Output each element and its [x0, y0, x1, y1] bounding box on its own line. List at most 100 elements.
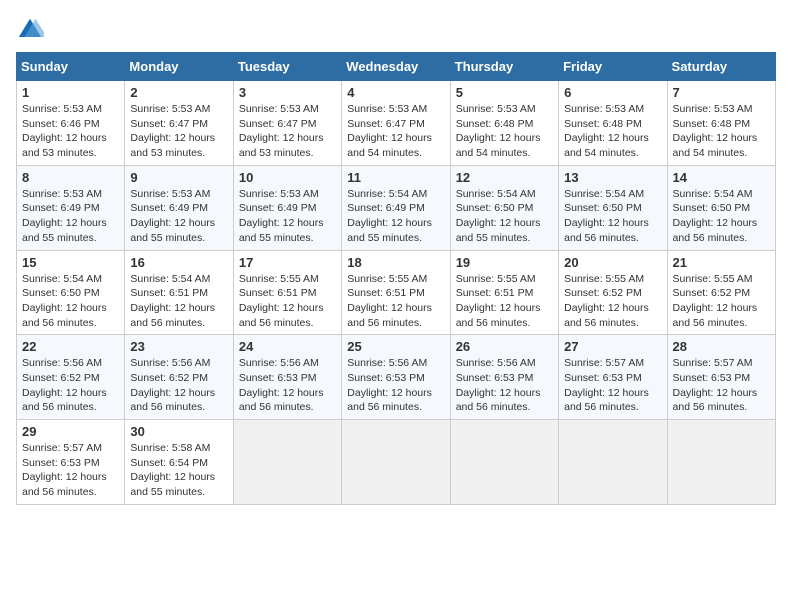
calendar-cell: 29 Sunrise: 5:57 AMSunset: 6:53 PMDayligh…	[17, 420, 125, 505]
cell-content: Sunrise: 5:55 AMSunset: 6:51 PMDaylight:…	[347, 273, 432, 329]
day-number: 3	[239, 85, 336, 100]
day-number: 28	[673, 339, 770, 354]
calendar-cell: 9 Sunrise: 5:53 AMSunset: 6:49 PMDaylight…	[125, 165, 233, 250]
day-number: 16	[130, 255, 227, 270]
day-number: 17	[239, 255, 336, 270]
calendar-cell: 17 Sunrise: 5:55 AMSunset: 6:51 PMDayligh…	[233, 250, 341, 335]
calendar-cell: 25 Sunrise: 5:56 AMSunset: 6:53 PMDayligh…	[342, 335, 450, 420]
day-number: 21	[673, 255, 770, 270]
cell-content: Sunrise: 5:54 AMSunset: 6:50 PMDaylight:…	[22, 273, 107, 329]
weekday-header: Sunday	[17, 53, 125, 81]
calendar-cell: 12 Sunrise: 5:54 AMSunset: 6:50 PMDayligh…	[450, 165, 558, 250]
day-number: 15	[22, 255, 119, 270]
day-number: 12	[456, 170, 553, 185]
day-number: 18	[347, 255, 444, 270]
day-number: 13	[564, 170, 661, 185]
day-number: 26	[456, 339, 553, 354]
calendar-cell: 15 Sunrise: 5:54 AMSunset: 6:50 PMDayligh…	[17, 250, 125, 335]
calendar-cell	[342, 420, 450, 505]
day-number: 14	[673, 170, 770, 185]
day-number: 7	[673, 85, 770, 100]
calendar-cell: 13 Sunrise: 5:54 AMSunset: 6:50 PMDayligh…	[559, 165, 667, 250]
day-number: 22	[22, 339, 119, 354]
weekday-header: Friday	[559, 53, 667, 81]
header	[16, 16, 776, 44]
cell-content: Sunrise: 5:54 AMSunset: 6:51 PMDaylight:…	[130, 273, 215, 329]
weekday-header: Monday	[125, 53, 233, 81]
calendar-cell: 26 Sunrise: 5:56 AMSunset: 6:53 PMDayligh…	[450, 335, 558, 420]
cell-content: Sunrise: 5:53 AMSunset: 6:47 PMDaylight:…	[239, 103, 324, 159]
calendar-cell: 30 Sunrise: 5:58 AMSunset: 6:54 PMDayligh…	[125, 420, 233, 505]
cell-content: Sunrise: 5:53 AMSunset: 6:47 PMDaylight:…	[130, 103, 215, 159]
calendar-cell: 20Sunrise: 5:55 AMSunset: 6:52 PMDayligh…	[559, 250, 667, 335]
calendar-cell: 28 Sunrise: 5:57 AMSunset: 6:53 PMDayligh…	[667, 335, 775, 420]
calendar-cell: 18 Sunrise: 5:55 AMSunset: 6:51 PMDayligh…	[342, 250, 450, 335]
day-number: 9	[130, 170, 227, 185]
day-number: 6	[564, 85, 661, 100]
calendar-cell: 22Sunrise: 5:56 AMSunset: 6:52 PMDayligh…	[17, 335, 125, 420]
day-number: 30	[130, 424, 227, 439]
calendar-cell: 6 Sunrise: 5:53 AMSunset: 6:48 PMDaylight…	[559, 81, 667, 166]
cell-content: Sunrise: 5:53 AMSunset: 6:47 PMDaylight:…	[347, 103, 432, 159]
calendar-cell: 1 Sunrise: 5:53 AMSunset: 6:46 PMDaylight…	[17, 81, 125, 166]
cell-content: Sunrise: 5:55 AMSunset: 6:52 PMDaylight:…	[673, 273, 758, 329]
day-number: 8	[22, 170, 119, 185]
calendar-cell: 8 Sunrise: 5:53 AMSunset: 6:49 PMDaylight…	[17, 165, 125, 250]
day-number: 24	[239, 339, 336, 354]
logo-icon	[16, 16, 44, 44]
calendar-cell: 27 Sunrise: 5:57 AMSunset: 6:53 PMDayligh…	[559, 335, 667, 420]
calendar-week-row: 8 Sunrise: 5:53 AMSunset: 6:49 PMDaylight…	[17, 165, 776, 250]
calendar-cell: 2 Sunrise: 5:53 AMSunset: 6:47 PMDaylight…	[125, 81, 233, 166]
cell-content: Sunrise: 5:54 AMSunset: 6:50 PMDaylight:…	[456, 188, 541, 244]
cell-content: Sunrise: 5:53 AMSunset: 6:49 PMDaylight:…	[22, 188, 107, 244]
cell-content: Sunrise: 5:53 AMSunset: 6:49 PMDaylight:…	[239, 188, 324, 244]
weekday-header: Wednesday	[342, 53, 450, 81]
calendar-cell: 10 Sunrise: 5:53 AMSunset: 6:49 PMDayligh…	[233, 165, 341, 250]
calendar-cell: 7 Sunrise: 5:53 AMSunset: 6:48 PMDaylight…	[667, 81, 775, 166]
cell-content: Sunrise: 5:53 AMSunset: 6:46 PMDaylight:…	[22, 103, 107, 159]
day-number: 5	[456, 85, 553, 100]
cell-content: Sunrise: 5:53 AMSunset: 6:49 PMDaylight:…	[130, 188, 215, 244]
cell-content: Sunrise: 5:57 AMSunset: 6:53 PMDaylight:…	[564, 357, 649, 413]
day-number: 11	[347, 170, 444, 185]
calendar-week-row: 22 Sunrise: 5:56 AMSunset: 6:52 PMDayligh…	[17, 335, 776, 420]
cell-content: Sunrise: 5:55 AMSunset: 6:52 PMDaylight:…	[564, 273, 649, 329]
calendar-cell: 21 Sunrise: 5:55 AMSunset: 6:52 PMDayligh…	[667, 250, 775, 335]
calendar-week-row: 1 Sunrise: 5:53 AMSunset: 6:46 PMDaylight…	[17, 81, 776, 166]
cell-content: Sunrise: 5:56 AMSunset: 6:53 PMDaylight:…	[456, 357, 541, 413]
calendar-cell	[233, 420, 341, 505]
calendar-cell: 4 Sunrise: 5:53 AMSunset: 6:47 PMDaylight…	[342, 81, 450, 166]
calendar-cell	[667, 420, 775, 505]
cell-content: Sunrise: 5:56 AMSunset: 6:53 PMDaylight:…	[239, 357, 324, 413]
cell-content: Sunrise: 5:53 AMSunset: 6:48 PMDaylight:…	[564, 103, 649, 159]
day-number: 2	[130, 85, 227, 100]
weekday-header: Tuesday	[233, 53, 341, 81]
cell-content: Sunrise: 5:57 AMSunset: 6:53 PMDaylight:…	[673, 357, 758, 413]
weekday-header: Saturday	[667, 53, 775, 81]
day-number: 1	[22, 85, 119, 100]
cell-content: Sunrise: 5:56 AMSunset: 6:52 PMDaylight:…	[130, 357, 215, 413]
cell-content: Sunrise: 5:54 AMSunset: 6:50 PMDaylight:…	[564, 188, 649, 244]
calendar-cell: 24 Sunrise: 5:56 AMSunset: 6:53 PMDayligh…	[233, 335, 341, 420]
day-number: 27	[564, 339, 661, 354]
calendar-table: SundayMondayTuesdayWednesdayThursdayFrid…	[16, 52, 776, 505]
cell-content: Sunrise: 5:58 AMSunset: 6:54 PMDaylight:…	[130, 442, 215, 498]
calendar-cell: 16 Sunrise: 5:54 AMSunset: 6:51 PMDayligh…	[125, 250, 233, 335]
calendar-cell: 5Sunrise: 5:53 AMSunset: 6:48 PMDaylight…	[450, 81, 558, 166]
day-number: 29	[22, 424, 119, 439]
cell-content: Sunrise: 5:56 AMSunset: 6:53 PMDaylight:…	[347, 357, 432, 413]
cell-content: Sunrise: 5:53 AMSunset: 6:48 PMDaylight:…	[673, 103, 758, 159]
weekday-header: Thursday	[450, 53, 558, 81]
calendar-cell	[559, 420, 667, 505]
cell-content: Sunrise: 5:55 AMSunset: 6:51 PMDaylight:…	[456, 273, 541, 329]
cell-content: Sunrise: 5:54 AMSunset: 6:50 PMDaylight:…	[673, 188, 758, 244]
day-number: 19	[456, 255, 553, 270]
day-number: 4	[347, 85, 444, 100]
calendar-cell	[450, 420, 558, 505]
day-number: 25	[347, 339, 444, 354]
cell-content: Sunrise: 5:55 AMSunset: 6:51 PMDaylight:…	[239, 273, 324, 329]
calendar-week-row: 15 Sunrise: 5:54 AMSunset: 6:50 PMDayligh…	[17, 250, 776, 335]
cell-content: Sunrise: 5:57 AMSunset: 6:53 PMDaylight:…	[22, 442, 107, 498]
weekday-header-row: SundayMondayTuesdayWednesdayThursdayFrid…	[17, 53, 776, 81]
day-number: 10	[239, 170, 336, 185]
